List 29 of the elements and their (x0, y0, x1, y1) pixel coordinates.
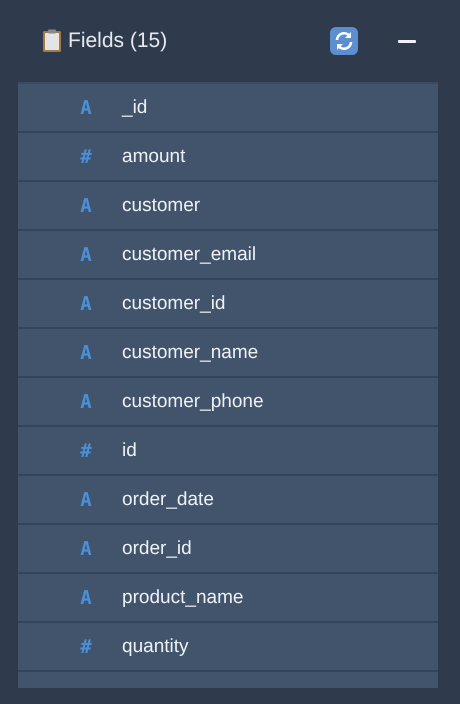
field-name: quantity (122, 636, 189, 658)
field-name: order_date (122, 488, 214, 510)
field-type-symbol: # (79, 440, 93, 462)
field-name: order_id (122, 538, 192, 560)
field-name: customer_id (122, 292, 226, 314)
field-type-symbol: A (79, 244, 93, 266)
field-type-symbol: A (79, 488, 93, 510)
refresh-button[interactable] (330, 27, 358, 55)
field-name: product_name (122, 586, 244, 608)
field-type-symbol: A (79, 194, 93, 216)
field-type-symbol: A (79, 538, 93, 560)
field-type-symbol: A (79, 342, 93, 364)
field-name: customer_email (122, 244, 256, 266)
field-name: customer_name (122, 342, 258, 364)
minus-icon (398, 40, 416, 42)
field-name: customer (122, 194, 200, 216)
panel-title: Fields (15) (68, 29, 168, 53)
field-type-symbol: # (79, 146, 93, 168)
field-name: id (122, 440, 137, 462)
field-name: customer_phone (122, 390, 264, 412)
field-type-symbol: A (79, 292, 93, 314)
field-type-symbol: A (79, 390, 93, 412)
field-type-symbol: # (79, 636, 93, 658)
field-type-symbol: A (79, 96, 93, 118)
field-name: amount (122, 146, 186, 168)
field-type-symbol: A (79, 586, 93, 608)
refresh-icon (330, 27, 358, 55)
clipboard-icon (42, 29, 62, 53)
field-name: _id (122, 96, 148, 118)
